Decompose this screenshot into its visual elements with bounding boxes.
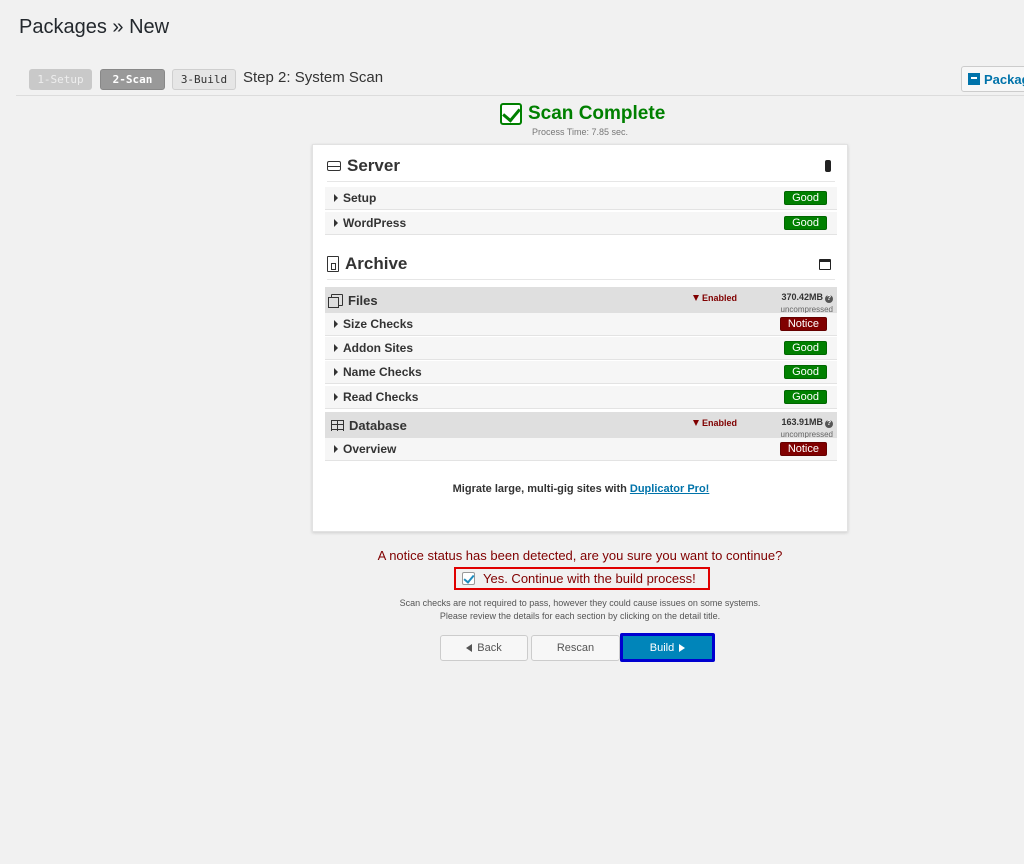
status-badge: Notice (779, 317, 827, 331)
database-group-header: Database Enabled 163.91MB? uncompressed (325, 412, 837, 439)
files-filter-label: Enabled (701, 293, 737, 303)
scan-hint-line2: Please review the details for each secti… (439, 611, 721, 621)
status-badge: Good (784, 216, 827, 230)
server-section-header[interactable]: Server (327, 150, 835, 182)
archive-box-icon (968, 73, 980, 85)
files-row-size-checks[interactable]: Size Checks Notice (325, 313, 837, 336)
steps-bar: 1-Setup 2-Scan 3-Build Step 2: System Sc… (16, 66, 1024, 96)
scan-hint-line1: Scan checks are not required to pass, ho… (399, 598, 761, 608)
files-group-header: Files Enabled 370.42MB? uncompressed (325, 287, 837, 314)
status-badge: Notice (779, 442, 827, 456)
database-filter-status: Enabled (692, 418, 737, 428)
step-setup: 1-Setup (29, 69, 92, 90)
promo-label: Migrate large, multi-gig sites with (452, 483, 630, 495)
row-label: Read Checks (343, 390, 419, 404)
step-scan: 2-Scan (100, 69, 165, 90)
row-label: Size Checks (343, 317, 414, 331)
database-size: 163.91MB (781, 417, 823, 427)
caret-right-icon (334, 368, 338, 376)
files-row-addon-sites[interactable]: Addon Sites Good (325, 337, 837, 360)
database-label: Database (349, 417, 407, 433)
files-label: Files (348, 292, 378, 308)
status-badge: Good (784, 191, 827, 205)
archive-section-label: Archive (345, 253, 408, 273)
caret-right-icon (334, 344, 338, 352)
archive-section-header[interactable]: Archive (327, 248, 835, 280)
caret-right-icon (334, 219, 338, 227)
packages-link-label: Packag (984, 71, 1024, 87)
server-row-setup[interactable]: Setup Good (325, 187, 837, 210)
hard-drive-icon (327, 160, 341, 171)
window-maximize-icon[interactable] (819, 259, 831, 270)
caret-right-icon (334, 445, 338, 453)
status-badge: Good (784, 390, 827, 404)
files-row-read-checks[interactable]: Read Checks Good (325, 386, 837, 409)
build-label: Build (649, 641, 675, 654)
server-section-label: Server (347, 155, 400, 175)
file-archive-icon (327, 255, 339, 272)
files-size-info: 370.42MB? uncompressed (781, 291, 833, 314)
step-build: 3-Build (172, 69, 236, 90)
row-label: WordPress (343, 216, 407, 230)
files-row-name-checks[interactable]: Name Checks Good (325, 361, 837, 384)
promo-text: Migrate large, multi-gig sites with Dupl… (313, 483, 849, 495)
caret-left-icon (466, 644, 473, 652)
scan-complete-header: Scan Complete (500, 101, 670, 127)
continue-build-confirm[interactable]: Yes. Continue with the build process! (454, 567, 710, 590)
duplicator-pro-link[interactable]: Duplicator Pro! (630, 483, 709, 495)
notice-message: A notice status has been detected, are y… (377, 548, 783, 563)
caret-right-icon (334, 393, 338, 401)
database-filter-label: Enabled (701, 418, 737, 428)
caret-right-icon (334, 320, 338, 328)
caret-right-icon (679, 643, 686, 652)
row-label: Setup (343, 191, 377, 205)
database-row-overview[interactable]: Overview Notice (325, 438, 837, 461)
question-circle-icon[interactable]: ? (825, 420, 833, 428)
table-icon (331, 419, 344, 431)
scan-title: Scan Complete (528, 103, 666, 124)
continue-label: Yes. Continue with the build process! (483, 571, 696, 586)
back-button[interactable]: Back (440, 635, 528, 661)
files-filter-status: Enabled (692, 293, 737, 303)
rescan-label: Rescan (556, 642, 595, 654)
back-label: Back (477, 642, 502, 654)
row-label: Name Checks (343, 365, 422, 379)
database-size-info: 163.91MB? uncompressed (781, 416, 833, 439)
copy-files-icon (328, 294, 343, 308)
status-badge: Good (784, 365, 827, 379)
row-label: Overview (343, 442, 397, 456)
filter-icon (692, 420, 699, 426)
caret-right-icon (334, 194, 338, 202)
check-square-icon (500, 103, 522, 125)
status-badge: Good (784, 341, 827, 355)
mobile-toggle-icon[interactable] (825, 160, 831, 172)
step-title: Step 2: System Scan (243, 69, 384, 86)
filter-icon (692, 295, 699, 301)
rescan-button[interactable]: Rescan (531, 635, 620, 661)
row-label: Addon Sites (343, 341, 414, 355)
continue-checkbox[interactable] (462, 572, 475, 585)
scan-results-panel: Server Setup Good WordPress Good Archive… (312, 144, 848, 532)
process-time: Process Time: 7.85 sec. (531, 127, 629, 137)
build-button[interactable]: Build (620, 633, 715, 662)
packages-link-button[interactable]: Packag (961, 66, 1024, 92)
files-size: 370.42MB (781, 292, 823, 302)
question-circle-icon[interactable]: ? (825, 295, 833, 303)
page-title: Packages » New (19, 16, 170, 38)
server-row-wordpress[interactable]: WordPress Good (325, 212, 837, 235)
